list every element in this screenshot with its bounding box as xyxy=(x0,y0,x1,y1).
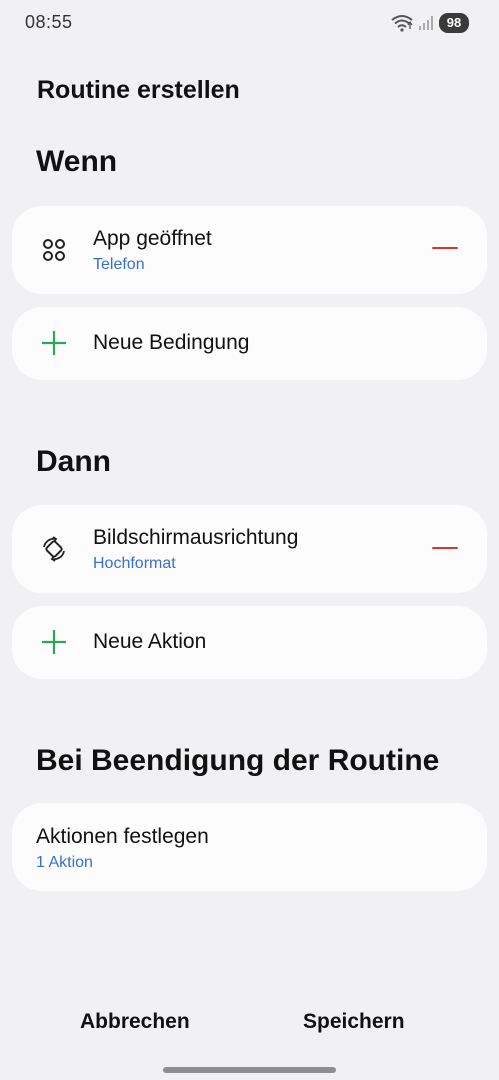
remove-condition-button[interactable] xyxy=(425,233,465,263)
home-indicator[interactable] xyxy=(163,1067,336,1073)
status-icons: 98 xyxy=(391,12,469,34)
wifi-icon xyxy=(391,15,413,32)
status-bar: 08:55 98 xyxy=(0,0,499,46)
save-button[interactable]: Speichern xyxy=(303,1010,405,1034)
plus-icon xyxy=(42,331,66,355)
add-action-button[interactable]: Neue Aktion xyxy=(12,606,487,679)
page-title: Routine erstellen xyxy=(37,76,240,104)
section-title-end: Bei Beendigung der Routine xyxy=(36,744,440,777)
action-title: Bildschirmausrichtung xyxy=(93,526,299,549)
plus-icon xyxy=(42,630,66,654)
screen-rotation-icon xyxy=(43,536,65,562)
condition-card[interactable]: App geöffnet Telefon xyxy=(12,206,487,294)
condition-title: App geöffnet xyxy=(93,227,212,250)
action-card[interactable]: Bildschirmausrichtung Hochformat xyxy=(12,505,487,593)
section-title-then: Dann xyxy=(36,445,111,478)
signal-icon xyxy=(419,16,433,30)
add-condition-button[interactable]: Neue Bedingung xyxy=(12,307,487,380)
end-actions-subtitle: 1 Aktion xyxy=(36,854,93,871)
action-subtitle: Hochformat xyxy=(93,555,176,572)
section-title-if: Wenn xyxy=(36,145,118,178)
remove-action-button[interactable] xyxy=(425,533,465,563)
end-actions-card[interactable]: Aktionen festlegen 1 Aktion xyxy=(12,803,487,891)
status-time: 08:55 xyxy=(25,12,73,32)
end-actions-title: Aktionen festlegen xyxy=(36,825,209,848)
apps-grid-icon xyxy=(43,239,65,261)
condition-subtitle: Telefon xyxy=(93,256,145,273)
add-action-label: Neue Aktion xyxy=(93,630,207,653)
battery-indicator: 98 xyxy=(439,13,469,33)
add-condition-label: Neue Bedingung xyxy=(93,331,250,354)
cancel-button[interactable]: Abbrechen xyxy=(80,1010,190,1034)
